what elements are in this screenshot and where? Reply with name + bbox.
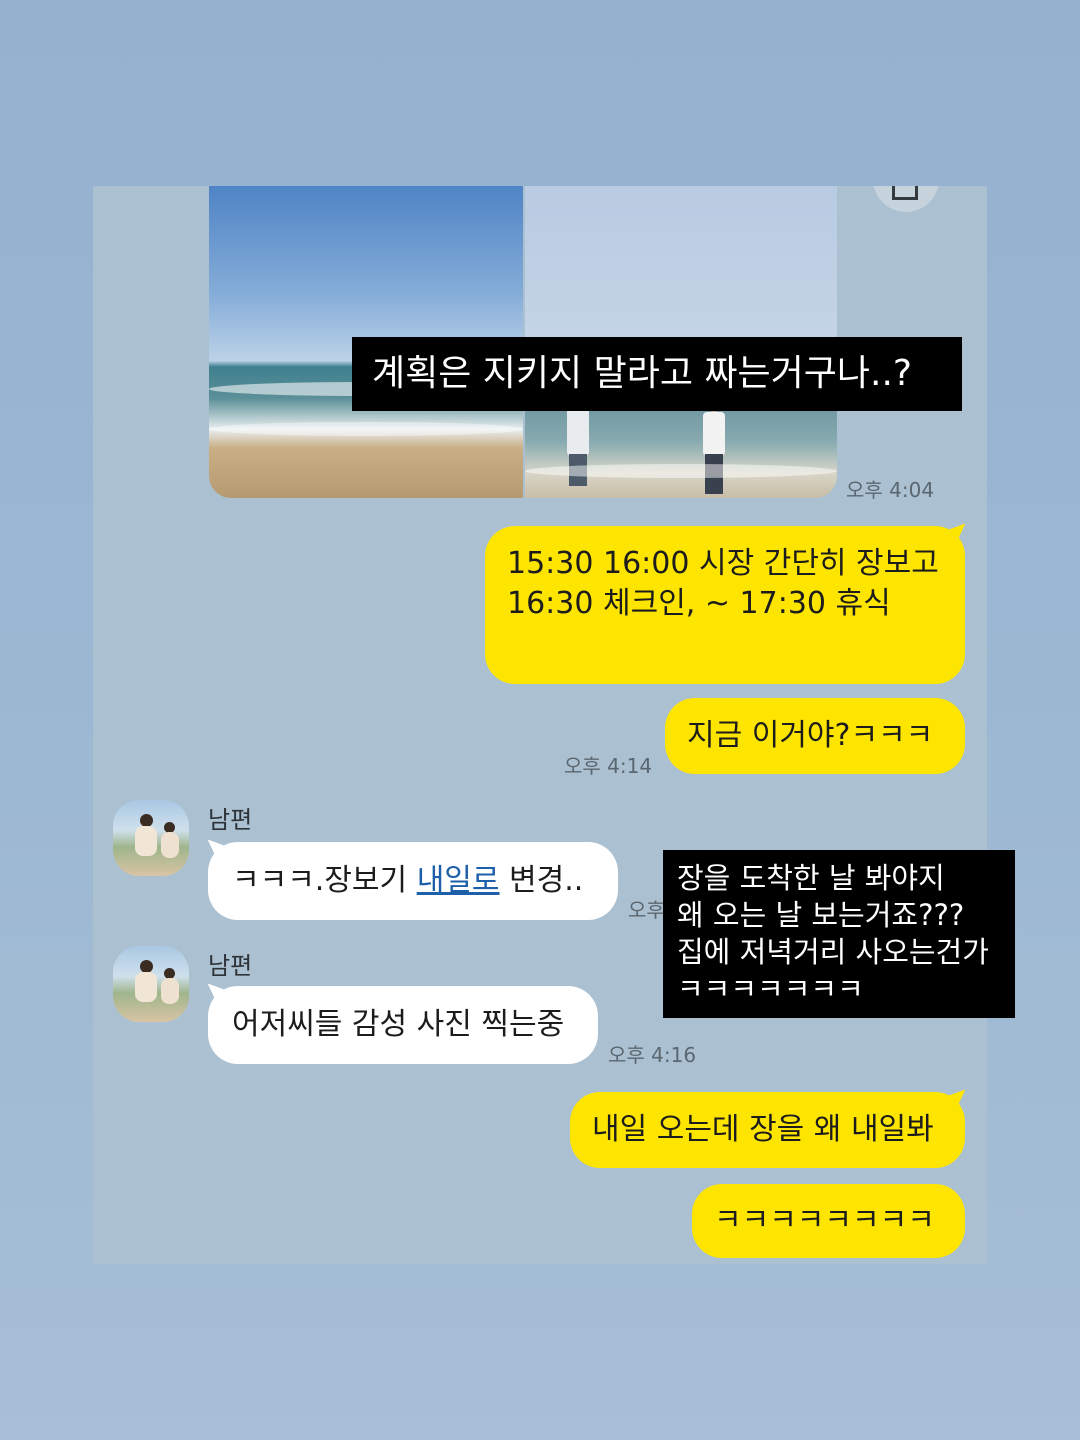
message-link[interactable]: 내일로 [417, 863, 500, 898]
save-icon[interactable] [873, 186, 939, 212]
my-message-now-this[interactable]: 지금 이거야?ㅋㅋㅋ [665, 698, 965, 774]
person-figure [567, 394, 589, 456]
husband-message-2[interactable]: 어저씨들 감성 사진 찍는중 [208, 986, 598, 1064]
my-message-reply-1[interactable]: 내일 오는데 장을 왜 내일봐 [570, 1092, 965, 1168]
husband-avatar[interactable] [113, 946, 189, 1022]
message-timestamp: 오후 [628, 898, 665, 922]
message-timestamp: 오후 4:14 [564, 754, 653, 778]
person-figure [703, 398, 725, 456]
sender-name: 남편 [208, 952, 253, 980]
my-message-reply-2[interactable]: ㅋㅋㅋㅋㅋㅋㅋㅋ [692, 1184, 965, 1258]
caption-top: 계획은 지키지 말라고 짜는거구나..? [352, 337, 962, 411]
wave [525, 464, 837, 478]
sender-name: 남편 [208, 806, 253, 834]
my-message-schedule[interactable]: 15:30 16:00 시장 간단히 장보고 16:30 체크인, ~ 17:3… [485, 526, 965, 684]
husband-avatar[interactable] [113, 800, 189, 876]
photo-timestamp: 오후 4:04 [846, 478, 935, 502]
wave [209, 422, 523, 436]
husband-message-1[interactable]: ㅋㅋㅋ.장보기 내일로 변경.. [208, 842, 618, 920]
message-timestamp: 오후 4:16 [608, 1043, 697, 1067]
message-text: 변경.. [499, 863, 584, 898]
message-text: ㅋㅋㅋ.장보기 [232, 863, 417, 898]
caption-middle: 장을 도착한 날 봐야지 왜 오는 날 보는거죠??? 집에 저녁거리 사오는건… [663, 850, 1015, 1018]
